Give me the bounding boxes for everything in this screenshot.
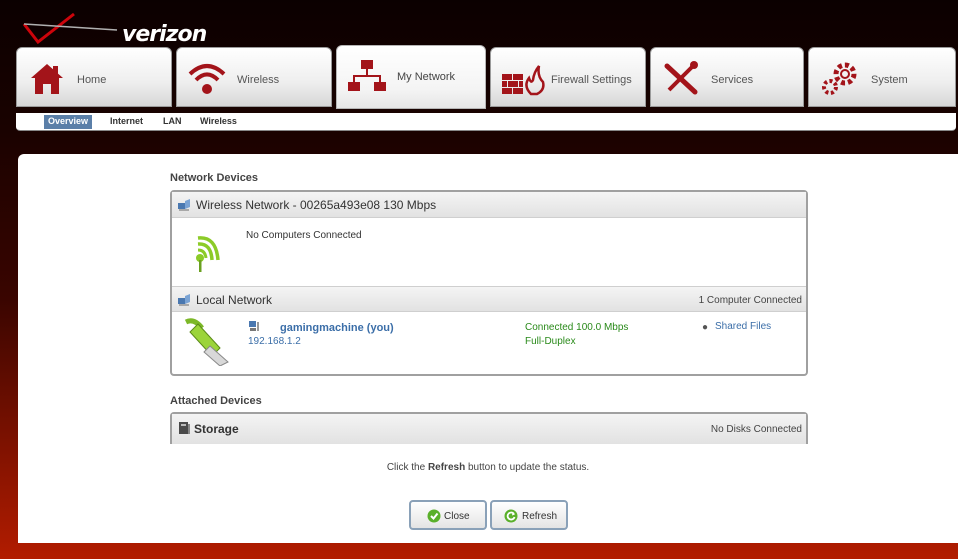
local-network-header: Local Network 1 Computer Connected	[172, 286, 806, 312]
storage-title: Storage	[194, 422, 239, 436]
wireless-status: No Computers Connected	[246, 230, 362, 241]
main-panel: Network Devices Wireless Network - 00265…	[18, 154, 958, 543]
subnav-internet[interactable]: Internet	[106, 115, 147, 129]
network-icon	[347, 58, 387, 94]
ethernet-cable-icon	[184, 318, 234, 369]
attached-devices-box: Storage No Disks Connected	[170, 412, 808, 444]
subnav-wireless[interactable]: Wireless	[196, 115, 241, 129]
tab-home[interactable]: Home	[16, 47, 172, 107]
refresh-icon	[504, 509, 518, 523]
hint-text-bold: Refresh	[427, 462, 466, 473]
house-icon	[27, 60, 67, 96]
tab-wireless[interactable]: Wireless	[176, 47, 332, 107]
tab-services-label: Services	[711, 74, 754, 86]
network-devices-title: Network Devices	[170, 172, 259, 184]
local-network-title: Local Network	[196, 293, 273, 307]
tab-firewall-label: Firewall Settings	[551, 74, 632, 86]
tab-my-network[interactable]: My Network	[336, 45, 486, 109]
firewall-icon	[501, 60, 545, 96]
connection-speed: Connected 100.0 Mbps	[525, 322, 629, 333]
wireless-signal-icon	[190, 226, 230, 277]
close-button-label: Close	[444, 511, 470, 522]
device-name-link[interactable]: gamingmachine (you)	[280, 322, 394, 334]
storage-icon	[177, 421, 191, 435]
hint-text-after: button to update the status.	[465, 462, 590, 473]
storage-header: Storage No Disks Connected	[172, 414, 806, 444]
connection-duplex: Full-Duplex	[525, 336, 576, 347]
gears-icon	[819, 60, 859, 96]
attached-devices-title: Attached Devices	[170, 395, 262, 407]
main-tabs: Home Wireless My Network Firewall Settin…	[16, 45, 956, 109]
subnav-lan[interactable]: LAN	[159, 115, 186, 129]
storage-status: No Disks Connected	[710, 424, 802, 435]
hint-text-before: Click the	[386, 462, 428, 473]
brand-name: verizon	[122, 22, 207, 47]
tab-firewall-settings[interactable]: Firewall Settings	[490, 47, 646, 107]
refresh-hint: Click the Refresh button to update the s…	[18, 462, 958, 473]
network-small-icon	[177, 293, 191, 307]
bullet-icon: ●	[702, 322, 709, 333]
sub-navigation: Overview Internet LAN Wireless	[16, 113, 956, 131]
tab-services[interactable]: Services	[650, 47, 804, 107]
tab-system[interactable]: System	[808, 47, 956, 107]
header: verizon Home Wireless My Network Firewal…	[0, 0, 958, 145]
wifi-icon	[187, 60, 227, 96]
computer-icon	[248, 320, 260, 335]
local-network-count: 1 Computer Connected	[698, 295, 802, 306]
network-devices-box: Wireless Network - 00265a493e08 130 Mbps…	[170, 190, 808, 376]
tab-home-label: Home	[77, 74, 107, 86]
network-small-icon	[177, 198, 191, 212]
device-ip: 192.168.1.2	[248, 336, 301, 347]
verizon-logo: verizon	[22, 8, 212, 48]
subnav-overview[interactable]: Overview	[44, 115, 93, 129]
refresh-button-label: Refresh	[522, 511, 558, 522]
close-button[interactable]: Close	[409, 500, 487, 530]
wireless-network-header: Wireless Network - 00265a493e08 130 Mbps	[172, 192, 806, 218]
tools-icon	[661, 60, 701, 96]
refresh-button[interactable]: Refresh	[490, 500, 568, 530]
close-check-icon	[427, 509, 441, 523]
wireless-network-title: Wireless Network - 00265a493e08 130 Mbps	[196, 198, 437, 212]
tab-system-label: System	[871, 74, 908, 86]
shared-files-link[interactable]: Shared Files	[715, 321, 771, 332]
tab-wireless-label: Wireless	[237, 74, 280, 86]
tab-my-network-label: My Network	[397, 71, 456, 83]
